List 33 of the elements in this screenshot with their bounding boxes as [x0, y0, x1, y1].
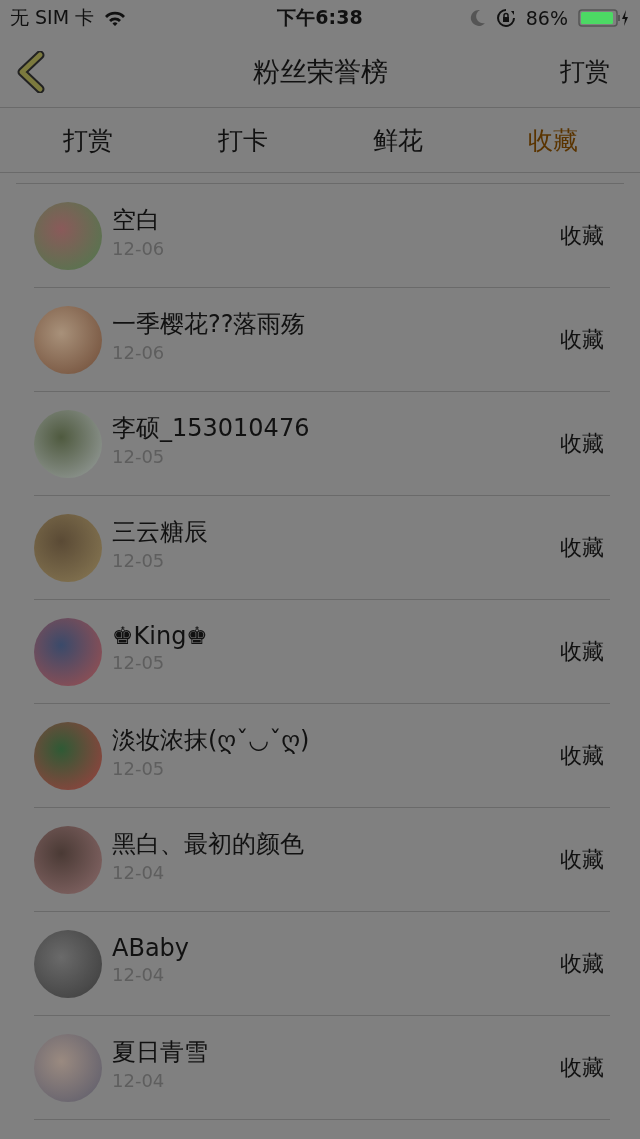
type-label: 收藏 [560, 221, 604, 250]
carrier-text: 无 SIM 卡 [10, 5, 95, 30]
category-tab[interactable]: 收藏 [475, 108, 630, 172]
type-label: 收藏 [560, 949, 604, 978]
category-tab[interactable]: 打赏 [10, 108, 165, 172]
type-label: 收藏 [560, 325, 604, 354]
battery-percent: 86% [525, 7, 568, 29]
reward-button[interactable]: 打赏 [560, 55, 610, 88]
fan-name: 三云糖辰 [112, 517, 209, 548]
rotation-lock-icon [495, 8, 516, 28]
clock-text: 下午6:38 [277, 6, 363, 28]
fan-name: 夏日青雪 [112, 1037, 209, 1068]
fan-name: ABaby [112, 934, 191, 962]
type-label: 收藏 [560, 637, 604, 666]
fan-name: 李硕_153010476 [112, 413, 311, 444]
wifi-icon [104, 9, 127, 27]
fan-name: 一季樱花??落雨殇 [112, 309, 307, 340]
fan-name: 空白 [112, 205, 161, 236]
type-label: 收藏 [560, 741, 604, 770]
fan-name: ♚King♚ [112, 622, 209, 650]
type-label: 收藏 [560, 845, 604, 874]
battery-charging-icon [578, 8, 630, 28]
fan-name: 黑白、最初的颜色 [112, 829, 305, 860]
back-icon [16, 50, 46, 93]
moon-icon [469, 9, 486, 27]
type-label: 收藏 [560, 429, 604, 458]
page-title: 粉丝荣誉榜 [252, 55, 388, 87]
back-button[interactable] [16, 50, 46, 93]
fan-name: 淡妆浓抹(ღˇ◡ˇღ) [112, 725, 311, 756]
type-label: 收藏 [560, 1053, 604, 1082]
category-tab[interactable]: 打卡 [165, 108, 320, 172]
category-tab[interactable]: 鲜花 [320, 108, 475, 172]
type-label: 收藏 [560, 533, 604, 562]
